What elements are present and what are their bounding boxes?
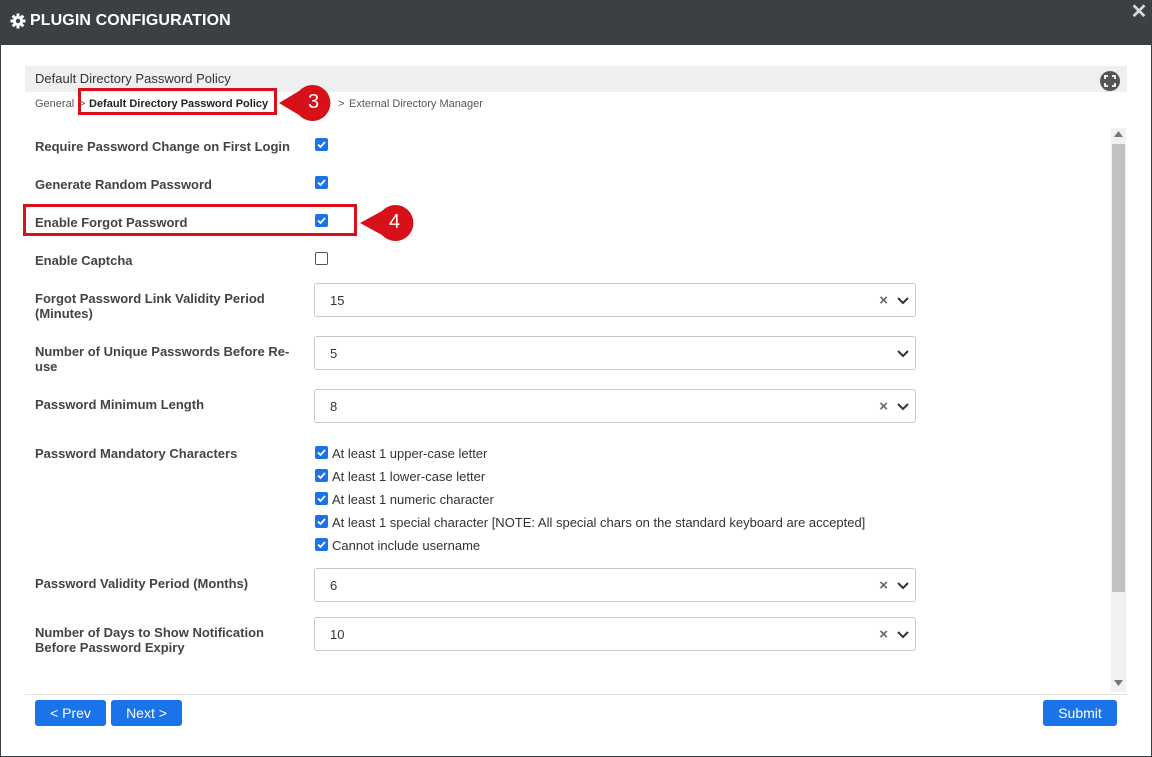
dialog-titlebar: PLUGIN CONFIGURATION ✕ xyxy=(1,1,1151,45)
expand-icon[interactable] xyxy=(1100,71,1120,91)
validity-months-select[interactable]: 6 × xyxy=(314,568,916,602)
link-validity-select[interactable]: 15 × xyxy=(314,283,916,317)
section-title: Default Directory Password Policy xyxy=(35,71,231,86)
highlight-box-breadcrumb xyxy=(78,88,277,115)
link-validity-label: Forgot Password Link Validity Period (Mi… xyxy=(35,291,265,321)
chevron-down-icon[interactable] xyxy=(897,297,909,305)
mandatory-numeric-label: At least 1 numeric character xyxy=(332,492,494,507)
mandatory-special-checkbox[interactable] xyxy=(315,515,328,528)
captcha-label: Enable Captcha xyxy=(35,253,133,268)
random-password-checkbox[interactable] xyxy=(315,176,328,189)
require-change-checkbox[interactable] xyxy=(315,138,328,151)
scroll-down-icon[interactable] xyxy=(1114,680,1123,686)
prev-button[interactable]: < Prev xyxy=(35,700,106,726)
notify-days-label-line1: Number of Days to Show Notification xyxy=(35,625,264,640)
unique-passwords-select[interactable]: 5 xyxy=(314,336,916,370)
min-length-value: 8 xyxy=(330,399,338,414)
notify-days-label: Number of Days to Show Notification Befo… xyxy=(35,625,264,655)
form-scrollbar[interactable] xyxy=(1111,128,1126,692)
unique-passwords-label-line1: Number of Unique Passwords Before Re- xyxy=(35,344,290,359)
chevron-down-icon[interactable] xyxy=(897,631,909,639)
chevron-down-icon[interactable] xyxy=(897,350,909,358)
unique-passwords-label: Number of Unique Passwords Before Re- us… xyxy=(35,344,289,374)
plugin-configuration-dialog: PLUGIN CONFIGURATION ✕ Default Directory… xyxy=(0,0,1152,757)
callout-number-4: 4 xyxy=(389,211,401,233)
breadcrumb-item-general[interactable]: General xyxy=(35,98,74,110)
clear-icon[interactable]: × xyxy=(879,626,888,643)
clear-icon[interactable]: × xyxy=(879,398,888,415)
unique-passwords-value: 5 xyxy=(330,346,338,361)
random-password-label: Generate Random Password xyxy=(35,177,212,192)
clear-icon[interactable]: × xyxy=(879,577,888,594)
callout-marker-3 xyxy=(279,85,331,121)
validity-months-label: Password Validity Period (Months) xyxy=(35,576,249,591)
mandatory-special-label: At least 1 special character [NOTE: All … xyxy=(332,515,866,530)
link-validity-label-line2: (Minutes) xyxy=(35,306,93,321)
mandatory-chars-label: Password Mandatory Characters xyxy=(35,446,238,461)
mandatory-numeric-checkbox[interactable] xyxy=(315,492,328,505)
chevron-down-icon[interactable] xyxy=(897,403,909,411)
chevron-down-icon[interactable] xyxy=(897,582,909,590)
close-icon[interactable]: ✕ xyxy=(1130,2,1148,22)
min-length-label: Password Minimum Length xyxy=(35,397,205,412)
breadcrumb-item-external-directory[interactable]: External Directory Manager xyxy=(349,98,483,110)
next-button[interactable]: Next > xyxy=(111,700,182,726)
mandatory-upper-label: At least 1 upper-case letter xyxy=(332,446,488,461)
dialog-title: PLUGIN CONFIGURATION xyxy=(30,12,231,29)
link-validity-value: 15 xyxy=(330,293,345,308)
mandatory-username-label: Cannot include username xyxy=(332,538,481,553)
callout-number-3: 3 xyxy=(308,91,320,113)
captcha-checkbox[interactable] xyxy=(315,252,328,265)
gear-icon xyxy=(10,13,26,29)
submit-button[interactable]: Submit xyxy=(1043,700,1117,726)
scroll-up-icon[interactable] xyxy=(1114,131,1123,137)
mandatory-upper-checkbox[interactable] xyxy=(315,446,328,459)
breadcrumb-separator: > xyxy=(338,98,345,110)
mandatory-username-checkbox[interactable] xyxy=(315,538,328,551)
footer-divider xyxy=(25,694,1127,695)
scrollbar-thumb[interactable] xyxy=(1112,144,1125,592)
require-change-label: Require Password Change on First Login xyxy=(35,139,290,154)
notify-days-value: 10 xyxy=(330,627,345,642)
mandatory-lower-checkbox[interactable] xyxy=(315,469,328,482)
highlight-box-forgot-password xyxy=(23,204,357,236)
validity-months-value: 6 xyxy=(330,578,338,593)
notify-days-select[interactable]: 10 × xyxy=(314,617,916,651)
notify-days-label-line2: Before Password Expiry xyxy=(35,640,185,655)
clear-icon[interactable]: × xyxy=(879,292,888,309)
unique-passwords-label-line2: use xyxy=(35,359,58,374)
min-length-select[interactable]: 8 × xyxy=(314,389,916,423)
link-validity-label-line1: Forgot Password Link Validity Period xyxy=(35,291,265,306)
mandatory-lower-label: At least 1 lower-case letter xyxy=(332,469,486,484)
